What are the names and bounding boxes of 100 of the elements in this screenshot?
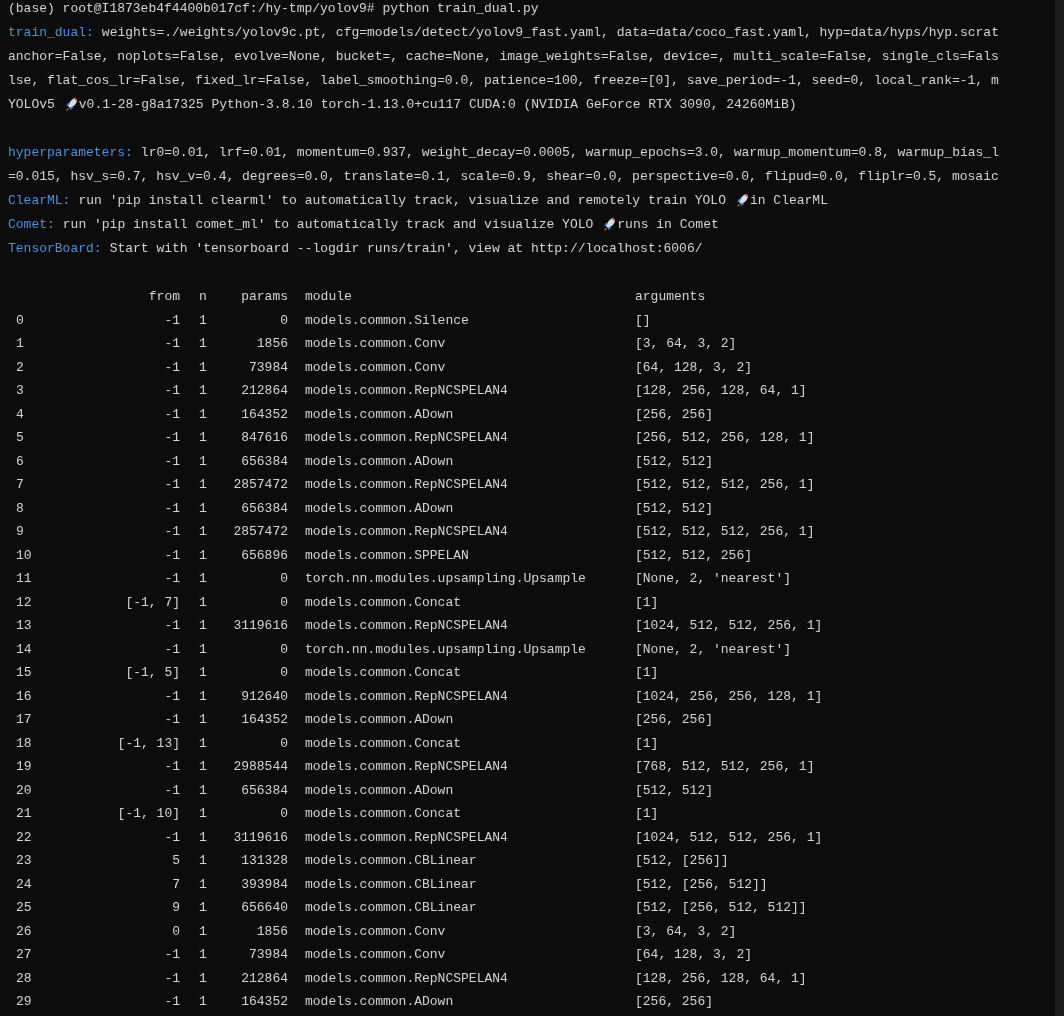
table-cell-text: 0	[279, 570, 288, 589]
rocket-icon	[602, 217, 617, 233]
table-cell-text: models.common.RepNCSPELAN4	[305, 828, 509, 847]
table-cell-text: [3, 64, 3, 2]	[635, 922, 737, 941]
table-cell-text: 24	[15, 875, 33, 894]
table-cell-text: [1]	[635, 805, 659, 824]
log-text: in ClearML	[749, 192, 828, 210]
table-cell-text: 1	[198, 664, 208, 683]
log-text: YOLOv5	[8, 96, 55, 114]
table-cell-text: [1024, 256, 256, 128, 1]	[635, 687, 823, 706]
table-cell-text: 16	[15, 687, 33, 706]
table-cell-text: 1	[198, 805, 208, 824]
table-cell-text: 1	[198, 828, 208, 847]
table-cell-text: -1	[163, 335, 180, 354]
table-cell-text: 1	[198, 711, 208, 730]
table-cell-text: models.common.Conv	[305, 946, 447, 965]
table-cell-text: [256, 512, 256, 128, 1]	[635, 429, 815, 448]
table-cell-text: 1	[198, 358, 208, 377]
table-cell-text: [256, 256]	[635, 993, 713, 1012]
table-cell-text: models.common.Conv	[305, 358, 447, 377]
table-cell-text: models.common.CBLinear	[305, 852, 478, 871]
table-cell-text: 656384	[240, 499, 288, 518]
table-cell-text: models.common.Concat	[305, 805, 463, 824]
table-cell-text: [1024, 512, 512, 256, 1]	[635, 617, 823, 636]
log-text: v0.1-28-g8a17325 Python-3.8.10 torch-1.13.0+cu117 CUDA:0 (NVIDIA GeForce RTX 3090, 24260MiB)	[78, 96, 797, 114]
table-cell-text: -1	[163, 969, 180, 988]
table-cell-text: [512, 512]	[635, 781, 713, 800]
table-cell-text: 15	[15, 664, 33, 683]
table-cell-text: models.common.ADown	[305, 405, 455, 424]
table-cell-text: 7	[15, 476, 25, 495]
table-cell-text: 1	[198, 335, 208, 354]
table-cell-text: -1	[163, 405, 180, 424]
table-cell-text: models.common.RepNCSPELAN4	[305, 758, 509, 777]
table-cell-text: models.common.Conv	[305, 335, 447, 354]
table-cell-text: [-1, 10]	[116, 805, 180, 824]
table-cell-text: 14	[15, 640, 33, 659]
table-cell-text: models.common.RepNCSPELAN4	[305, 687, 509, 706]
table-cell-text: 164352	[240, 993, 288, 1012]
table-cell-text: [512, 512, 512, 256, 1]	[635, 476, 815, 495]
table-cell-text: 656896	[240, 546, 288, 565]
table-cell-text: 1	[198, 311, 208, 330]
table-cell-text: [512, [256, 512]]	[635, 875, 768, 894]
log-text: Start with 'tensorboard --logdir runs/train', view at http://localhost:6006/	[109, 240, 703, 258]
table-cell-text: models.common.RepNCSPELAN4	[305, 617, 509, 636]
table-cell-text: 9	[171, 899, 180, 918]
table-cell-text: 5	[15, 429, 25, 448]
table-cell-text: -1	[163, 546, 180, 565]
table-cell-text: 656640	[240, 899, 288, 918]
table-cell-text: models.common.Silence	[305, 311, 470, 330]
table-cell-text: 19	[15, 758, 33, 777]
table-cell-text: []	[635, 311, 651, 330]
table-cell-text: models.common.SPPELAN	[305, 546, 470, 565]
table-cell-text: -1	[163, 499, 180, 518]
table-cell-text: 7	[171, 875, 180, 894]
table-cell-text: [None, 2, 'nearest']	[635, 570, 792, 589]
table-cell-text: 10	[15, 546, 33, 565]
table-cell-text: torch.nn.modules.upsampling.Upsample	[305, 570, 587, 589]
table-cell-text: [-1, 7]	[124, 593, 180, 612]
table-cell-text: 1	[198, 452, 208, 471]
table-cell-text: 1	[198, 382, 208, 401]
table-cell-text: 3119616	[232, 617, 288, 636]
table-cell-text: -1	[163, 617, 180, 636]
table-cell-text: 6	[15, 452, 25, 471]
table-cell-text: 656384	[240, 781, 288, 800]
table-cell-text: [None, 2, 'nearest']	[635, 640, 792, 659]
table-cell-text: 23	[15, 852, 33, 871]
table-cell-text: [512, 512]	[635, 452, 713, 471]
table-cell-text: [512, [256]]	[635, 852, 729, 871]
table-cell-text: [256, 256]	[635, 405, 713, 424]
table-cell-text: -1	[163, 946, 180, 965]
table-cell-text: models.common.Concat	[305, 664, 463, 683]
table-cell-text: -1	[163, 758, 180, 777]
table-cell-text: -1	[163, 711, 180, 730]
table-cell-text: 1	[198, 429, 208, 448]
table-cell-text: 0	[279, 734, 288, 753]
log-label: ClearML:	[8, 192, 71, 210]
table-cell-text: -1	[163, 640, 180, 659]
log-text: weights=./weights/yolov9c.pt, cfg=models/detect/yolov9_fast.yaml, data=data/coco_fast.yaml, hyp=data/hyps/hyp.scrat	[101, 24, 999, 42]
table-cell-text: 0	[279, 593, 288, 612]
log-text: anchor=False, noplots=False, evolve=None, bucket=, cache=None, image_weights=False, device=, multi_scale=False, single_cls=Fals	[8, 48, 999, 66]
table-cell-text: 27	[15, 946, 33, 965]
table-cell-text: 0	[279, 805, 288, 824]
table-cell-text: models.common.ADown	[305, 781, 455, 800]
log-label: hyperparameters:	[8, 144, 133, 162]
table-cell-text: [1024, 512, 512, 256, 1]	[635, 828, 823, 847]
table-cell-text: [256, 256]	[635, 711, 713, 730]
table-cell-text: -1	[163, 687, 180, 706]
table-cell-text: models.common.CBLinear	[305, 875, 478, 894]
table-cell-text: 1	[198, 687, 208, 706]
table-cell-text: [-1, 5]	[124, 664, 180, 683]
table-cell-text: models.common.Concat	[305, 734, 463, 753]
table-cell-text: 1	[198, 617, 208, 636]
log-label: train_dual:	[8, 24, 94, 42]
table-cell-text: 393984	[240, 875, 288, 894]
table-cell-text: [128, 256, 128, 64, 1]	[635, 382, 807, 401]
table-cell-text: [64, 128, 3, 2]	[635, 358, 753, 377]
table-cell-text: 1	[198, 899, 208, 918]
table-cell-text: 1	[198, 570, 208, 589]
table-cell-text: -1	[163, 523, 180, 542]
table-cell-text: 1	[198, 922, 208, 941]
